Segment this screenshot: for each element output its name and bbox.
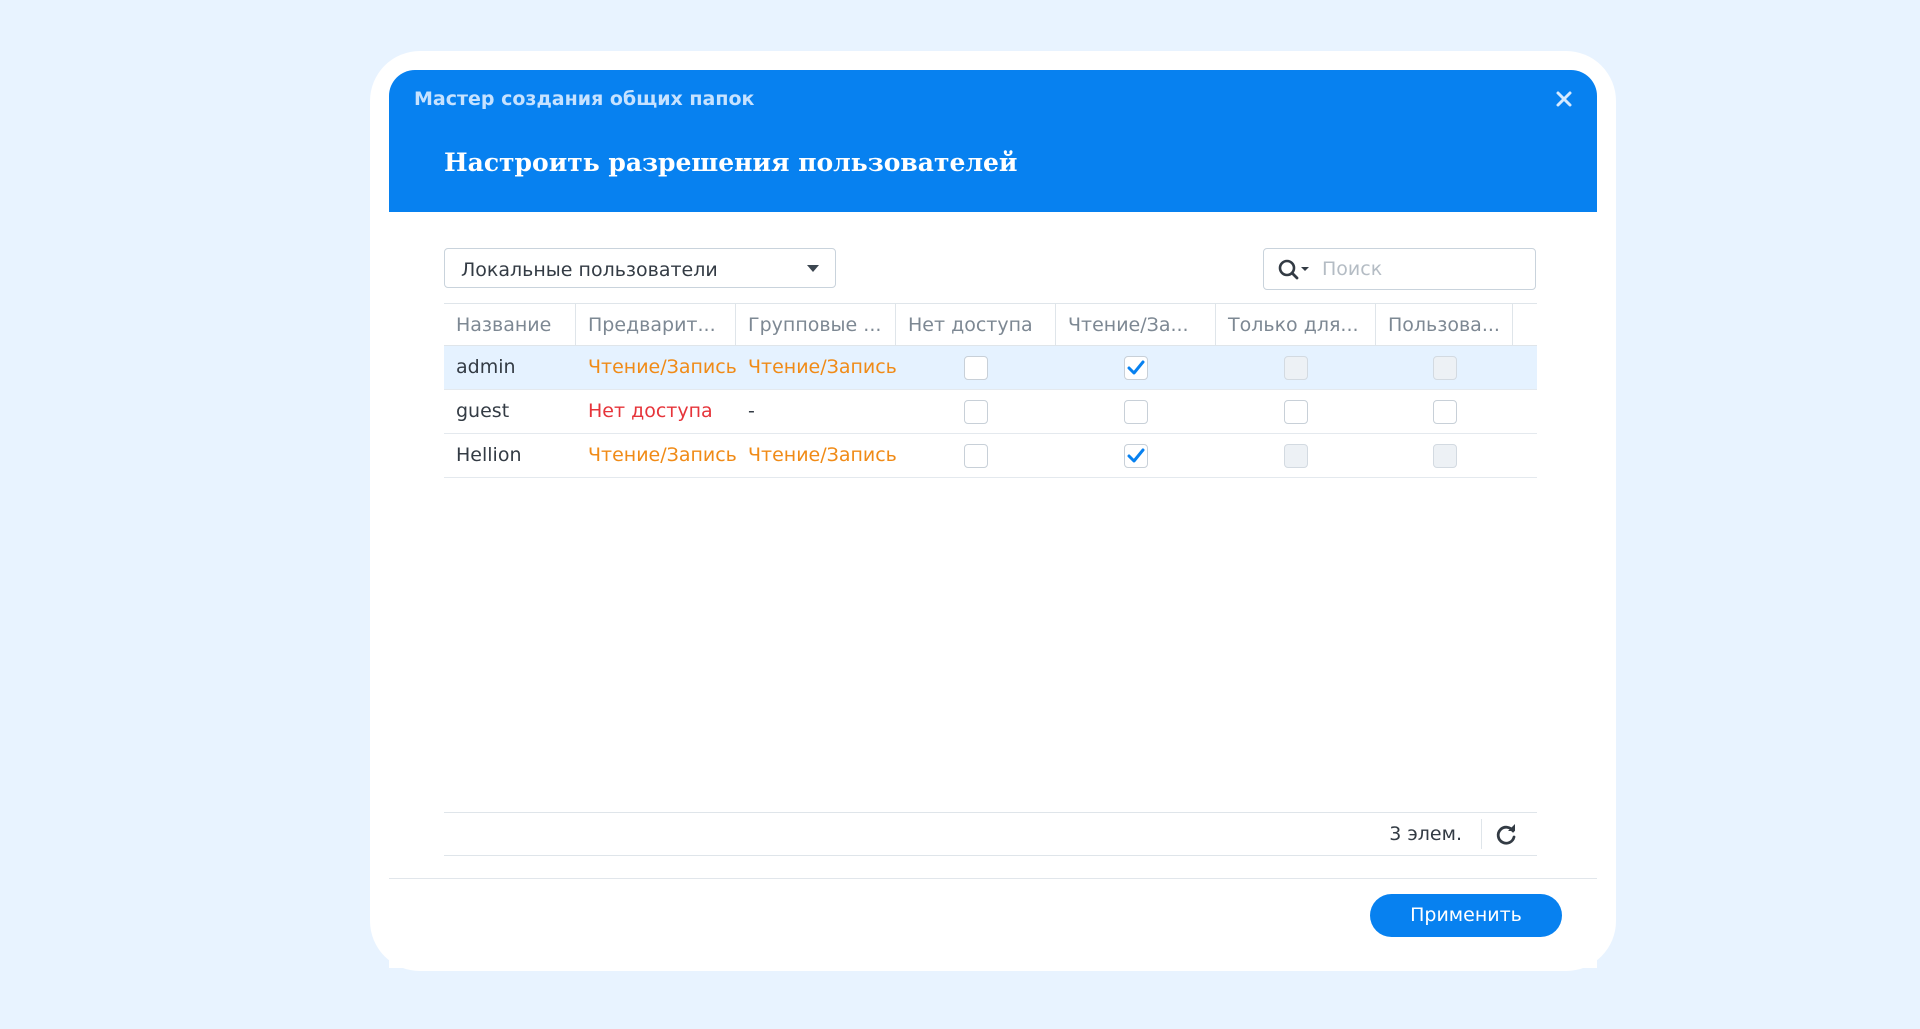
cell-name: guest — [456, 400, 510, 422]
cell-preview: Чтение/Запись — [588, 444, 736, 466]
checkbox-custom[interactable] — [1433, 400, 1457, 424]
table-footer: 3 элем. — [444, 812, 1537, 856]
refresh-icon[interactable] — [1493, 822, 1519, 848]
cell-name: admin — [456, 356, 516, 378]
checkbox-no-access[interactable] — [964, 356, 988, 380]
table-row[interactable]: Hellion Чтение/Запись Чтение/Запись — [444, 434, 1537, 478]
cell-preview: Чтение/Запись — [588, 356, 736, 378]
footer-separator — [1481, 819, 1482, 849]
table-row[interactable]: guest Нет доступа - — [444, 390, 1537, 434]
cell-group: Чтение/Запись — [748, 356, 896, 378]
footer-divider — [389, 878, 1597, 879]
dialog-header: Мастер создания общих папок Настроить ра… — [389, 70, 1597, 212]
column-header[interactable]: Пользова... — [1376, 304, 1513, 346]
checkmark-icon — [1127, 448, 1145, 463]
table-row[interactable]: admin Чтение/Запись Чтение/Запись — [444, 346, 1537, 390]
chevron-down-icon — [807, 265, 819, 272]
search-input[interactable] — [1322, 255, 1522, 283]
search-icon[interactable] — [1278, 258, 1310, 282]
shared-folder-wizard-dialog: Мастер создания общих папок Настроить ра… — [389, 70, 1597, 968]
checkbox-read-only — [1284, 356, 1308, 380]
checkbox-read-write[interactable] — [1124, 356, 1148, 380]
checkbox-custom — [1433, 356, 1457, 380]
column-header[interactable]: Групповые ... — [736, 304, 896, 346]
search-box — [1263, 248, 1536, 290]
checkbox-read-only — [1284, 444, 1308, 468]
apply-button[interactable]: Применить — [1370, 894, 1562, 937]
table-header: Название Предварит... Групповые ... Нет дос… — [444, 303, 1537, 346]
checkbox-read-write[interactable] — [1124, 400, 1148, 424]
checkmark-icon — [1127, 360, 1145, 375]
checkbox-no-access[interactable] — [964, 444, 988, 468]
step-title: Настроить разрешения пользователей — [444, 148, 1018, 177]
wizard-title: Мастер создания общих папок — [414, 88, 755, 110]
checkbox-custom — [1433, 444, 1457, 468]
cell-name: Hellion — [456, 444, 522, 466]
cell-group: Чтение/Запись — [748, 444, 896, 466]
checkbox-no-access[interactable] — [964, 400, 988, 424]
column-header[interactable]: Предварит... — [576, 304, 736, 346]
cell-group: - — [748, 400, 755, 422]
column-header[interactable]: Только для... — [1216, 304, 1376, 346]
item-count: 3 элем. — [1389, 823, 1462, 845]
close-icon — [1556, 91, 1572, 107]
column-header[interactable]: Чтение/За... — [1056, 304, 1216, 346]
close-button[interactable] — [1549, 84, 1579, 114]
checkbox-read-write[interactable] — [1124, 444, 1148, 468]
user-type-select[interactable]: Локальные пользователи — [444, 248, 836, 288]
checkbox-read-only[interactable] — [1284, 400, 1308, 424]
permissions-table: Название Предварит... Групповые ... Нет дос… — [444, 303, 1537, 829]
column-header[interactable]: Нет доступа — [896, 304, 1056, 346]
cell-preview: Нет доступа — [588, 400, 713, 422]
column-header[interactable]: Название — [444, 304, 576, 346]
user-type-value: Локальные пользователи — [461, 259, 718, 281]
